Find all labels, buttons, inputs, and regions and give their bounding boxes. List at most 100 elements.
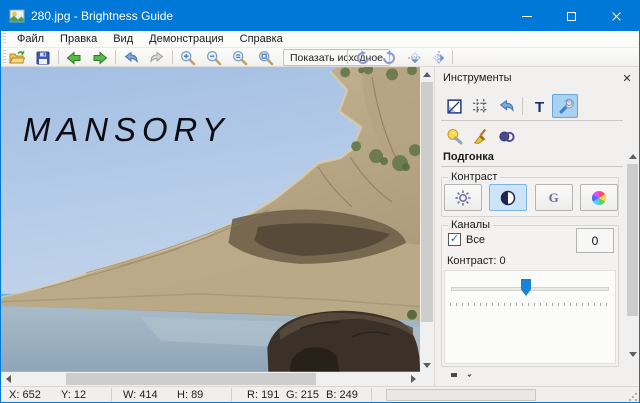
brush-icon	[472, 128, 489, 145]
back-button[interactable]	[63, 49, 85, 66]
panel-close-button[interactable]: ✕	[619, 70, 635, 86]
panel-scroll-down-button[interactable]	[626, 347, 639, 361]
menu-view[interactable]: Вид	[105, 33, 141, 45]
rotate-clockwise-button[interactable]	[352, 49, 374, 66]
section-title: Подгонка	[443, 151, 494, 163]
content-area: MANSORY Инструменты ✕	[1, 67, 639, 386]
scroll-left-button[interactable]	[1, 372, 15, 386]
circles-icon	[498, 128, 515, 145]
menu-demonstration[interactable]: Демонстрация	[141, 33, 232, 45]
toolbar-separator	[58, 50, 59, 64]
status-h: H: 89	[177, 389, 203, 401]
app-icon	[9, 8, 25, 24]
photo-coastal-cliff: MANSORY	[1, 67, 420, 372]
resize-tool-button[interactable]	[441, 94, 467, 118]
status-r: R: 191	[247, 389, 279, 401]
contrast-button[interactable]	[489, 184, 527, 211]
contrast-icon	[499, 189, 517, 207]
zoom-out-button[interactable]	[203, 49, 225, 66]
flip-horizontal-button[interactable]	[428, 49, 450, 66]
watermark-text: MANSORY	[23, 111, 230, 148]
status-progress-panel	[386, 389, 536, 401]
crop-icon	[472, 98, 489, 115]
all-channels-checkbox[interactable]: ✓	[448, 233, 461, 246]
brightness-bulb-button[interactable]	[441, 124, 467, 148]
zoom-actual-size-button[interactable]	[229, 49, 251, 66]
rotate-counterclockwise-button[interactable]	[378, 49, 400, 66]
gamma-button[interactable]: G	[535, 184, 573, 211]
all-channels-label: Все	[466, 234, 485, 246]
scroll-down-button[interactable]	[420, 358, 434, 372]
brightness-button[interactable]	[444, 184, 482, 211]
undo-icon	[123, 50, 139, 66]
all-channels-row[interactable]: ✓ Все	[448, 233, 485, 246]
resize-grip[interactable]	[628, 392, 637, 401]
tools-panel-header: Инструменты ✕	[435, 67, 639, 91]
toolbar-separator	[172, 50, 173, 64]
horizontal-scroll-thumb[interactable]	[66, 373, 316, 385]
scroll-up-button[interactable]	[420, 67, 434, 81]
panel-scroll-up-button[interactable]	[626, 149, 639, 163]
title-bar[interactable]: 280.jpg - Brightness Guide	[1, 1, 639, 31]
menu-edit[interactable]: Правка	[52, 33, 105, 45]
zoom-fit-button[interactable]	[255, 49, 277, 66]
status-bar: X: 652 Y: 12 W: 414 H: 89 R: 191 G: 215 …	[1, 386, 639, 403]
rotate-clockwise-icon	[355, 50, 371, 66]
minimize-button[interactable]	[504, 1, 549, 31]
scroll-right-button[interactable]	[406, 372, 420, 386]
image-canvas[interactable]: MANSORY	[1, 67, 420, 372]
flip-vertical-button[interactable]	[404, 49, 426, 66]
tools-panel: Инструменты ✕ T	[434, 67, 639, 386]
redo-button[interactable]	[146, 49, 168, 66]
status-b: B: 249	[326, 389, 358, 401]
chevron-left-icon	[6, 375, 11, 383]
status-separator	[111, 388, 112, 402]
vertical-scroll-thumb[interactable]	[421, 82, 433, 322]
chevron-down-icon	[629, 352, 637, 357]
color-wheel-icon	[590, 189, 608, 207]
menu-help[interactable]: Справка	[232, 33, 291, 45]
clipped-chevron-icon	[468, 373, 472, 377]
wrench-tool-button[interactable]	[552, 94, 578, 118]
menu-file[interactable]: Файл	[9, 33, 52, 45]
status-y: Y: 12	[61, 389, 86, 401]
contrast-buttons-row: G	[443, 184, 619, 211]
crop-tool-button[interactable]	[467, 94, 493, 118]
tool-buttons-row: T	[441, 93, 578, 119]
contrast-slider-thumb[interactable]	[521, 279, 531, 296]
text-tool-button[interactable]: T	[526, 94, 552, 118]
undo-button[interactable]	[120, 49, 142, 66]
contrast-value-label: Контраст: 0	[447, 255, 506, 267]
status-x: X: 652	[9, 389, 41, 401]
zoom-in-icon	[180, 50, 196, 66]
panel-vertical-scrollbar[interactable]	[626, 149, 639, 361]
svg-text:T: T	[534, 99, 543, 114]
close-button[interactable]	[594, 1, 639, 31]
contrast-value-field[interactable]: 0	[576, 228, 614, 253]
forward-button[interactable]	[89, 49, 111, 66]
status-separator	[371, 388, 372, 402]
channels-group: Каналы ✓ Все 0 Контраст: 0	[441, 225, 619, 367]
zoom-in-button[interactable]	[177, 49, 199, 66]
forward-arrow-icon	[92, 50, 108, 66]
undo-tool-button[interactable]	[493, 94, 519, 118]
save-button[interactable]	[32, 49, 54, 66]
flip-horizontal-icon	[431, 50, 447, 66]
folder-open-icon	[9, 50, 25, 66]
contrast-group: Контраст G	[441, 177, 619, 217]
scrollbar-corner	[420, 372, 434, 386]
brush-button[interactable]	[467, 124, 493, 148]
image-horizontal-scrollbar[interactable]	[1, 372, 420, 386]
window-title: 280.jpg - Brightness Guide	[31, 9, 173, 23]
maximize-button[interactable]	[549, 1, 594, 31]
chevron-up-icon	[423, 72, 431, 77]
gamma-icon: G	[549, 190, 559, 206]
open-button[interactable]	[6, 49, 28, 66]
optimize-circles-button[interactable]	[493, 124, 519, 148]
chevron-down-icon	[423, 363, 431, 368]
menubar-gripper	[3, 33, 6, 45]
image-vertical-scrollbar[interactable]	[420, 67, 434, 372]
panel-scroll-thumb[interactable]	[627, 164, 638, 316]
maximize-icon	[567, 12, 576, 21]
colors-button[interactable]	[580, 184, 618, 211]
